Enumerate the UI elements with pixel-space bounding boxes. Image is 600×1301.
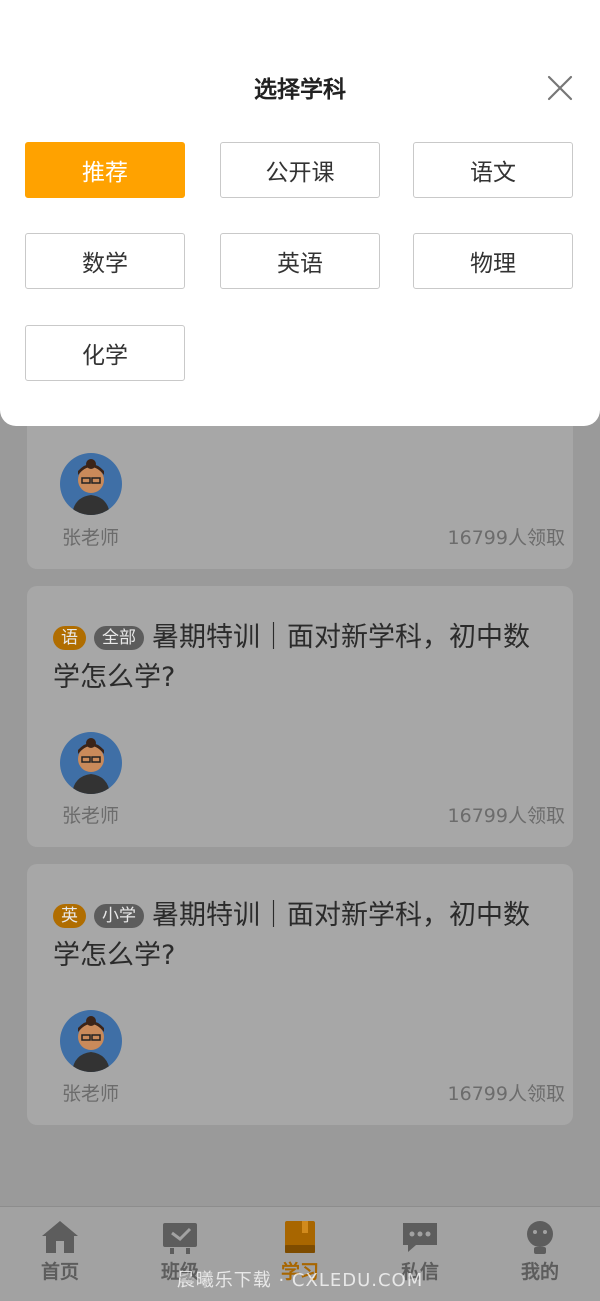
watermark: 晨曦乐下载 · CXLEDU.COM: [176, 1270, 424, 1291]
teacher-name: 张老师: [62, 1083, 120, 1105]
subject-chip-physics[interactable]: 物理: [413, 233, 573, 289]
book-icon: [285, 1221, 315, 1253]
sheet-title: 选择学科: [254, 77, 346, 103]
claim-count: 16799人领取: [447, 527, 565, 549]
subject-chip-math[interactable]: 数学: [25, 233, 185, 289]
subject-tag: 英: [53, 904, 86, 928]
claim-count: 16799人领取: [447, 1083, 565, 1105]
course-title: 英小学 暑期特训｜面对新学科，初中数学怎么学?: [53, 896, 553, 976]
message-icon: [403, 1223, 437, 1252]
teacher-avatar: [60, 1010, 122, 1072]
teacher-avatar: [60, 453, 122, 515]
level-tag: 全部: [94, 626, 144, 650]
teacher-name: 张老师: [62, 527, 120, 549]
class-icon: [163, 1223, 197, 1254]
course-title: 语全部 暑期特训｜面对新学科，初中数学怎么学?: [53, 618, 553, 698]
course-card[interactable]: 语全部 暑期特训｜面对新学科，初中数学怎么学? 张老师 16799人领取: [27, 586, 573, 847]
teacher-avatar: [60, 732, 122, 794]
subject-picker-sheet: 选择学科 推荐 公开课 语文 数学 英语 物理 化学: [0, 0, 600, 426]
close-button[interactable]: [544, 72, 576, 104]
course-card[interactable]: 英小学 暑期特训｜面对新学科，初中数学怎么学? 张老师 16799人领取: [27, 864, 573, 1125]
home-icon: [42, 1221, 78, 1253]
close-icon: [547, 75, 573, 101]
subject-chip-public-class[interactable]: 公开课: [220, 142, 380, 198]
subject-chip-chemistry[interactable]: 化学: [25, 325, 185, 381]
teacher-name: 张老师: [62, 805, 120, 827]
level-tag: 小学: [94, 904, 144, 928]
subject-chip-recommend[interactable]: 推荐: [25, 142, 185, 198]
subject-tag: 语: [53, 626, 86, 650]
subject-chip-english[interactable]: 英语: [220, 233, 380, 289]
profile-icon: [527, 1221, 553, 1254]
subject-chip-chinese[interactable]: 语文: [413, 142, 573, 198]
claim-count: 16799人领取: [447, 805, 565, 827]
